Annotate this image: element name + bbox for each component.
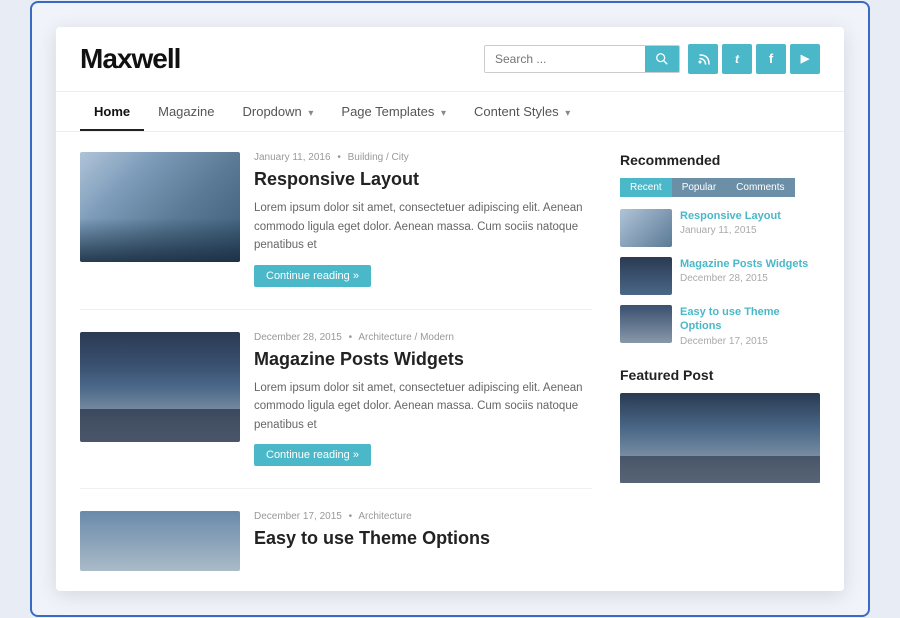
post-3-title: Easy to use Theme Options: [254, 527, 490, 550]
page-templates-arrow: ▾: [441, 108, 446, 119]
search-button[interactable]: [645, 46, 679, 72]
twitter-icon[interactable]: t: [722, 44, 752, 74]
rss-icon[interactable]: [688, 44, 718, 74]
tab-recent[interactable]: Recent: [620, 178, 672, 197]
post-2-date: December 28, 2015: [254, 332, 342, 343]
sidebar-post-2-title[interactable]: Magazine Posts Widgets: [680, 257, 820, 271]
post-2-thumbnail: [80, 332, 240, 442]
nav-item-dropdown[interactable]: Dropdown ▾: [229, 92, 328, 131]
search-input[interactable]: [485, 46, 645, 72]
nav-list: Home Magazine Dropdown ▾ Page Templates …: [80, 92, 820, 131]
post-1-meta: January 11, 2016 • Building / City: [254, 152, 592, 163]
post-2-excerpt: Lorem ipsum dolor sit amet, consectetuer…: [254, 379, 592, 434]
post-3-thumbnail: [80, 511, 240, 571]
post-3-category: Architecture: [358, 511, 411, 522]
post-1-excerpt: Lorem ipsum dolor sit amet, consectetuer…: [254, 199, 592, 254]
meta-separator: •: [337, 152, 341, 163]
dropdown-arrow: ▾: [308, 108, 313, 119]
post-2-read-more[interactable]: Continue reading »: [254, 444, 371, 466]
post-1-read-more[interactable]: Continue reading »: [254, 265, 371, 287]
post-1-body: January 11, 2016 • Building / City Respo…: [254, 152, 592, 287]
post-3-meta: December 17, 2015 • Architecture: [254, 511, 490, 522]
featured-section: Featured Post: [620, 367, 820, 483]
sidebar-post-1-title[interactable]: Responsive Layout: [680, 209, 820, 223]
sidebar-post-1: Responsive Layout January 11, 2015: [620, 209, 820, 247]
sidebar-post-2-info: Magazine Posts Widgets December 28, 2015: [680, 257, 820, 284]
youtube-icon[interactable]: ▶: [790, 44, 820, 74]
nav-item-home[interactable]: Home: [80, 92, 144, 131]
sidebar-post-2-date: December 28, 2015: [680, 273, 820, 284]
recommended-title: Recommended: [620, 152, 820, 168]
social-icons: t f ▶: [688, 44, 820, 74]
post-2-meta: December 28, 2015 • Architecture / Moder…: [254, 332, 592, 343]
header-right: t f ▶: [484, 44, 820, 74]
sidebar-thumb-2: [620, 257, 672, 295]
post-2-body: December 28, 2015 • Architecture / Moder…: [254, 332, 592, 467]
meta-separator: •: [349, 332, 353, 343]
main-content: January 11, 2016 • Building / City Respo…: [56, 132, 844, 591]
post-3-body: December 17, 2015 • Architecture Easy to…: [254, 511, 490, 571]
post-2-title: Magazine Posts Widgets: [254, 348, 592, 371]
sidebar-post-3: Easy to use Theme Options December 17, 2…: [620, 305, 820, 347]
posts-column: January 11, 2016 • Building / City Respo…: [80, 152, 620, 571]
sidebar-post-2: Magazine Posts Widgets December 28, 2015: [620, 257, 820, 295]
nav-item-page-templates[interactable]: Page Templates ▾: [327, 92, 460, 131]
site-header: Maxwell: [56, 27, 844, 92]
post-card-partial: December 17, 2015 • Architecture Easy to…: [80, 511, 592, 571]
tab-comments[interactable]: Comments: [726, 178, 794, 197]
sidebar-post-3-info: Easy to use Theme Options December 17, 2…: [680, 305, 820, 347]
post-1-thumbnail: [80, 152, 240, 262]
sidebar-thumb-3: [620, 305, 672, 343]
outer-border: Maxwell: [30, 1, 870, 617]
post-2-category: Architecture / Modern: [358, 332, 454, 343]
search-icon: [655, 52, 669, 66]
post-card: December 28, 2015 • Architecture / Moder…: [80, 332, 592, 490]
sidebar-post-1-date: January 11, 2015: [680, 225, 820, 236]
sidebar-post-1-info: Responsive Layout January 11, 2015: [680, 209, 820, 236]
sidebar-post-3-title[interactable]: Easy to use Theme Options: [680, 305, 820, 334]
sidebar-post-3-date: December 17, 2015: [680, 336, 820, 347]
post-1-title: Responsive Layout: [254, 168, 592, 191]
post-1-category: Building / City: [348, 152, 409, 163]
recommended-section: Recommended Recent Popular Comments Resp…: [620, 152, 820, 347]
nav-item-content-styles[interactable]: Content Styles ▾: [460, 92, 584, 131]
browser-window: Maxwell: [56, 27, 844, 591]
meta-separator: •: [349, 511, 353, 522]
tab-popular[interactable]: Popular: [672, 178, 726, 197]
post-card: January 11, 2016 • Building / City Respo…: [80, 152, 592, 310]
facebook-icon[interactable]: f: [756, 44, 786, 74]
search-bar: [484, 45, 680, 73]
post-3-date: December 17, 2015: [254, 511, 342, 522]
featured-post-title: Featured Post: [620, 367, 820, 383]
post-1-date: January 11, 2016: [254, 152, 331, 163]
featured-thumbnail: [620, 393, 820, 483]
sidebar: Recommended Recent Popular Comments Resp…: [620, 152, 820, 571]
nav-item-magazine[interactable]: Magazine: [144, 92, 228, 131]
site-nav: Home Magazine Dropdown ▾ Page Templates …: [56, 92, 844, 132]
sidebar-thumb-1: [620, 209, 672, 247]
tab-buttons: Recent Popular Comments: [620, 178, 820, 197]
content-styles-arrow: ▾: [565, 108, 570, 119]
site-logo: Maxwell: [80, 43, 180, 75]
